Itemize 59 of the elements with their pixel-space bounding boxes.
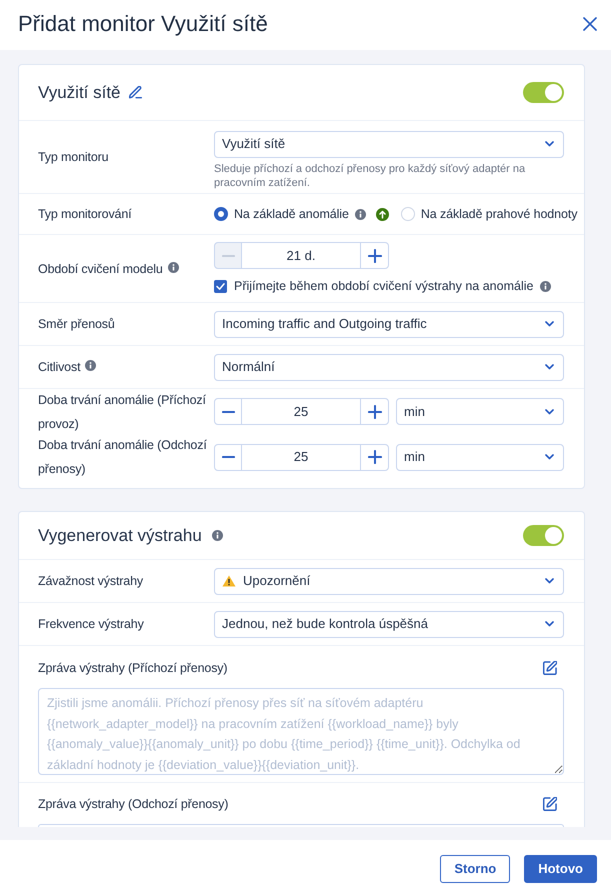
field-label: Závažnost výstrahy — [38, 574, 143, 588]
pencil-icon[interactable] — [128, 86, 142, 99]
section-title: Využití sítě — [38, 82, 121, 104]
field-label: Období cvičení modelu — [38, 262, 163, 276]
message-field[interactable] — [38, 824, 564, 827]
dropdown[interactable]: Využití sítě — [214, 130, 564, 158]
chevron-down-icon — [545, 141, 554, 147]
decrement-button[interactable] — [214, 398, 242, 425]
message-field[interactable]: Zjistili jsme anomálii. Příchozí přenosy přes síť na síťovém adaptéru {{network_adapter_model}} na pracovním zatížení {{workload_name}} byly {{anomaly_value}}{{anomaly_unit}} po dobu {{time_period}} {{time_unit}}. Odchylka od základní hodnoty je {{deviation_value}}{{deviation_unit}}. — [38, 688, 564, 775]
toggle-switch[interactable] — [523, 82, 564, 103]
increment-button[interactable] — [360, 398, 389, 425]
section-title: Vygenerovat výstrahu — [38, 524, 202, 546]
plus-icon — [368, 450, 382, 464]
chevron-down-icon — [545, 408, 554, 414]
radio-button[interactable] — [214, 207, 228, 221]
done-button[interactable]: Hotovo — [524, 855, 597, 883]
checkbox[interactable] — [214, 280, 227, 292]
chevron-down-icon — [545, 578, 554, 584]
number-field[interactable]: 25 — [242, 444, 360, 470]
field-label: Citlivost — [38, 360, 80, 374]
toggle-switch[interactable] — [523, 525, 564, 546]
field-label: Typ monitoru — [38, 150, 108, 164]
field-label: Doba trvání anomálie (Příchozí provoz) — [38, 392, 206, 430]
warning-icon — [222, 575, 236, 587]
chevron-down-icon — [545, 454, 554, 460]
checkbox-label[interactable]: Přijímejte během období cvičení výstrahy na anomálie — [234, 277, 534, 295]
minus-icon — [222, 456, 234, 458]
increment-button[interactable] — [360, 242, 389, 269]
field-label: Zpráva výstrahy (Odchozí přenosy) — [38, 796, 228, 813]
dropdown[interactable]: Incoming traffic and Outgoing traffic — [214, 310, 564, 338]
chevron-down-icon — [545, 621, 554, 627]
help-text: Sleduje příchozí a odchozí přenosy pro každý síťový adaptér na pracovním zatížení. — [214, 162, 526, 190]
edit-icon[interactable] — [543, 661, 557, 675]
field-label: Zpráva výstrahy (Příchozí přenosy) — [38, 660, 228, 677]
increment-button[interactable] — [360, 444, 389, 470]
minus-icon — [222, 254, 234, 256]
minus-icon — [222, 410, 234, 412]
dropdown[interactable]: min — [396, 398, 564, 425]
plus-icon — [368, 248, 382, 262]
dropdown[interactable]: Upozornění — [214, 568, 564, 594]
number-field[interactable]: 25 — [242, 398, 360, 425]
field-label: Frekvence výstrahy — [38, 617, 144, 631]
dropdown[interactable]: Normální — [214, 354, 564, 380]
decrement-button[interactable] — [214, 444, 242, 470]
cancel-button[interactable]: Storno — [440, 855, 510, 883]
field-label: Směr přenosů — [38, 317, 115, 331]
dropdown[interactable]: Jednou, než bude kontrola úspěšná — [214, 610, 564, 638]
dialog-title: Přidat monitor Využití sítě — [18, 10, 268, 38]
chevron-down-icon — [545, 364, 554, 370]
radio-label[interactable]: Na základě prahové hodnoty — [420, 204, 578, 224]
edit-icon[interactable] — [543, 797, 557, 811]
number-field[interactable]: 21 d. — [242, 242, 360, 269]
field-label: Doba trvání anomálie (Odchozí přenosy) — [38, 438, 207, 476]
chevron-down-icon — [545, 321, 554, 327]
radio-label[interactable]: Na základě anomálie — [234, 204, 349, 224]
plus-icon — [368, 404, 382, 418]
dropdown[interactable]: min — [396, 444, 564, 470]
close-icon[interactable] — [583, 16, 597, 30]
field-label: Typ monitorování — [38, 207, 132, 221]
